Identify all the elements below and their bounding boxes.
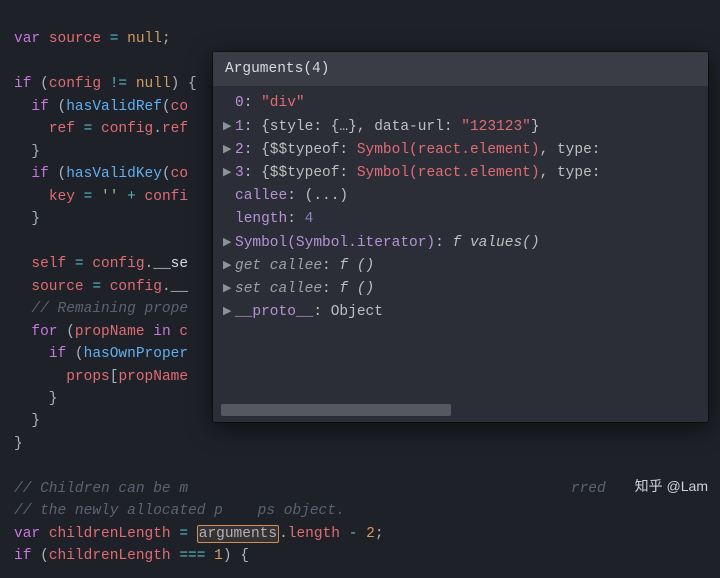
expand-arrow-icon[interactable]: ▶ [223,165,235,183]
code-line: } [14,436,23,452]
code-line: props[propName [14,369,188,385]
tooltip-row[interactable]: ▶1: {style: {…}, data-url: "123123"} [223,116,698,139]
code-line: self = config.__se [14,256,188,272]
code-line: if (hasValidKey(co [14,166,188,182]
code-line: } [14,413,40,429]
code-line: var source = null; [14,31,171,47]
expand-arrow-icon[interactable]: ▶ [223,119,235,137]
code-line: // Remaining prope [14,301,188,317]
code-line: if (hasValidRef(co [14,99,188,115]
expand-arrow-icon[interactable]: ▶ [223,258,235,276]
tooltip-row[interactable]: ▶get callee: f () [223,255,698,278]
tooltip-row[interactable]: ▶2: {$$typeof: Symbol(react.element), ty… [223,139,698,162]
tooltip-scrollbar[interactable] [221,404,700,416]
code-line: } [14,391,58,407]
code-line: if (config != null) { [14,76,197,92]
tooltip-row[interactable]: ▶Symbol(Symbol.iterator): f values() [223,232,698,255]
code-line: } [14,211,40,227]
tooltip-row[interactable]: ▶3: {$$typeof: Symbol(react.element), ty… [223,162,698,185]
expand-arrow-icon[interactable]: ▶ [223,281,235,299]
tooltip-header: Arguments(4) [213,52,708,86]
tooltip-row[interactable]: ▶__proto__: Object [223,301,698,324]
code-line: var childrenLength = arguments.length - … [14,525,384,543]
watermark: 知乎 @Lam [635,476,708,498]
tooltip-row[interactable]: 0: "div" [223,92,698,115]
tooltip-scrollbar-thumb[interactable] [221,404,451,416]
code-line: // Children can be m rred [14,481,606,497]
code-line: key = '' + confi [14,189,188,205]
tooltip-row[interactable]: length: 4 [223,208,698,231]
code-line: if (childrenLength === 1) { [14,548,249,564]
expand-arrow-icon[interactable]: ▶ [223,142,235,160]
highlighted-token: arguments [197,525,279,543]
tooltip-row[interactable]: callee: (...) [223,185,698,208]
code-line: for (propName in c [14,324,188,340]
expand-arrow-icon[interactable]: ▶ [223,304,235,322]
tooltip-body: 0: "div"▶1: {style: {…}, data-url: "1231… [213,86,708,330]
tooltip-row[interactable]: ▶set callee: f () [223,278,698,301]
code-line: } [14,144,40,160]
code-line: // the newly allocated p ps object. [14,503,345,519]
debug-tooltip[interactable]: Arguments(4) 0: "div"▶1: {style: {…}, da… [213,52,708,422]
code-line: ref = config.ref [14,121,188,137]
expand-arrow-icon[interactable]: ▶ [223,235,235,253]
